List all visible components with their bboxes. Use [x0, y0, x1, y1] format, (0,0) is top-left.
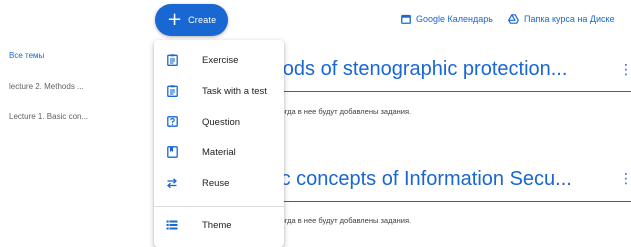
sidebar-item-lecture-1[interactable]: Lecture 1. Basic con... — [9, 112, 88, 121]
menu-item-label: Exercise — [202, 54, 239, 66]
question-icon — [166, 116, 178, 128]
create-menu: Exercise Task with a test Question Mater… — [154, 40, 284, 247]
sidebar-item-lecture-2[interactable]: lecture 2. Methods ... — [9, 82, 84, 91]
menu-item-exercise[interactable]: Exercise — [154, 45, 284, 75]
calendar-icon — [401, 14, 411, 24]
create-button[interactable]: + Create — [155, 4, 228, 36]
menu-item-reuse[interactable]: Reuse — [154, 168, 284, 198]
menu-item-label: Theme — [202, 219, 232, 231]
topic-title: ethods of stenographic protection... — [255, 58, 568, 80]
course-drive-folder-label: Папка курса на Диске — [524, 14, 615, 24]
menu-divider — [154, 206, 284, 207]
drive-icon — [508, 14, 519, 24]
menu-item-label: Material — [202, 146, 236, 158]
topic-empty-message: у, когда в нее будут добавлены задания. — [270, 107, 412, 116]
assignment-icon — [166, 54, 178, 66]
google-calendar-label: Google Календарь — [416, 14, 493, 24]
topic-divider — [250, 91, 631, 92]
menu-item-label: Reuse — [202, 177, 230, 189]
menu-item-material[interactable]: Material — [154, 137, 284, 167]
material-icon — [166, 146, 178, 158]
topic-title: asic concepts of Information Secu... — [255, 168, 572, 190]
menu-item-task-with-test[interactable]: Task with a test — [154, 76, 284, 106]
menu-item-theme[interactable]: Theme — [154, 210, 284, 240]
menu-item-question[interactable]: Question — [154, 107, 284, 137]
topic-empty-message: у, когда в нее будут добавлены задания. — [270, 216, 412, 225]
plus-icon: + — [167, 9, 183, 30]
topic-divider — [250, 201, 631, 202]
reuse-icon — [166, 177, 178, 189]
sidebar-item-all-topics[interactable]: Все темы — [9, 51, 44, 60]
menu-item-label: Question — [202, 116, 241, 128]
more-options-icon[interactable]: ⋮ — [619, 63, 631, 77]
theme-icon — [166, 219, 178, 231]
more-options-icon[interactable]: ⋮ — [619, 172, 631, 186]
create-button-label: Create — [188, 15, 217, 25]
quiz-assignment-icon — [166, 85, 178, 97]
course-drive-folder-link[interactable]: Папка курса на Диске — [508, 14, 615, 24]
menu-item-label: Task with a test — [202, 85, 267, 97]
google-calendar-link[interactable]: Google Календарь — [401, 14, 493, 24]
